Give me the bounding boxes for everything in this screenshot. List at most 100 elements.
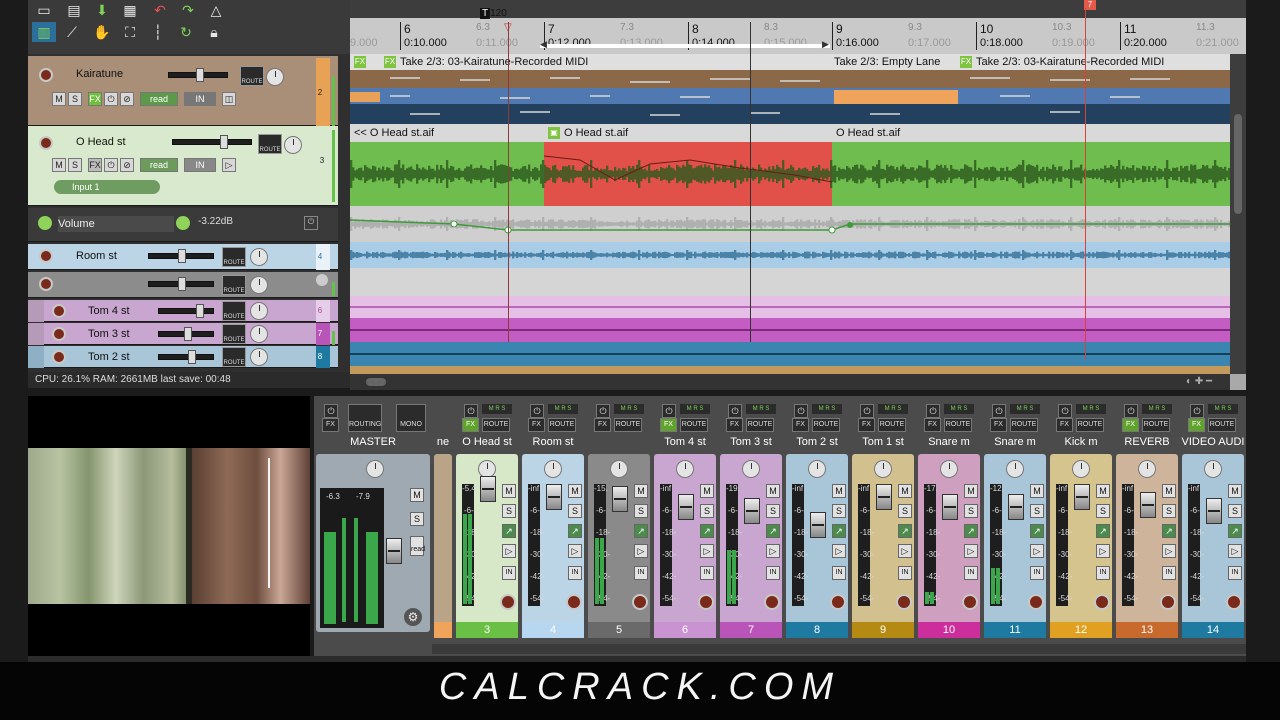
strip-fx-button[interactable]: FX [1188, 418, 1205, 432]
record-arm-button[interactable] [39, 249, 53, 263]
fx-item-icon[interactable]: FX [350, 54, 370, 70]
track-name[interactable]: Kairatune [54, 66, 186, 82]
pan-knob[interactable] [266, 68, 284, 86]
strip-route-button[interactable]: ROUTE [614, 418, 642, 432]
strip-fx-button[interactable]: FX [1122, 418, 1139, 432]
master-pan-knob[interactable] [366, 460, 384, 478]
kairatune-lane[interactable]: FX FX Take 2/3: 03-Kairatune-Recorded MID… [350, 54, 1230, 124]
strip-record-arm-button[interactable] [896, 594, 912, 610]
auto-crossfade-icon[interactable]: ⛶ [118, 22, 142, 42]
pan-knob[interactable] [250, 276, 268, 294]
strip-power-icon[interactable]: ⏻ [860, 404, 874, 418]
strip-record-arm-button[interactable] [1028, 594, 1044, 610]
input-monitor-button[interactable]: IN [184, 158, 216, 172]
solo-button[interactable]: S [68, 92, 82, 106]
strip-input-monitor-button[interactable]: IN [832, 566, 846, 580]
room-lane[interactable] [350, 242, 1230, 268]
tom-2-lane[interactable] [350, 342, 1230, 366]
route-button[interactable]: ROUTE [240, 66, 264, 86]
midi-item-1[interactable]: FX Take 2/3: 03-Kairatune-Recorded MIDI [380, 54, 588, 70]
strip-power-icon[interactable]: ⏻ [530, 404, 544, 418]
mute-button[interactable]: M [52, 158, 66, 172]
route-button[interactable]: ROUTE [222, 324, 246, 344]
record-arm-button[interactable] [39, 136, 53, 150]
route-button[interactable]: ROUTE [258, 134, 282, 154]
track-name[interactable]: Tom 4 st [66, 303, 166, 319]
strip-route-button[interactable]: ROUTE [482, 418, 510, 432]
strip-free-mode-button[interactable]: ▷ [1096, 544, 1110, 558]
audio-item-2[interactable]: ▣ O Head st.aif [544, 125, 628, 141]
strip-fader[interactable] [678, 494, 694, 520]
strip-mute-button[interactable]: M [1228, 484, 1242, 498]
fx-bypass-button[interactable]: ⏻ [104, 92, 118, 106]
strip-free-mode-button[interactable]: ▷ [502, 544, 516, 558]
undo-icon[interactable]: ↶ [148, 0, 172, 20]
save-icon[interactable]: ⬇ [90, 0, 114, 20]
strip-automation-button[interactable]: ↗ [898, 524, 912, 538]
strip-automation-button[interactable]: ↗ [832, 524, 846, 538]
master-settings-icon[interactable]: ⚙ [404, 608, 422, 626]
open-project-icon[interactable]: ▤ [62, 0, 86, 20]
route-button[interactable]: ROUTE [222, 275, 246, 295]
record-arm-button[interactable] [39, 68, 53, 82]
strip-free-mode-button[interactable]: ▷ [1228, 544, 1242, 558]
strip-automation-button[interactable]: ↗ [1162, 524, 1176, 538]
master-mute-button[interactable]: M [410, 488, 424, 502]
phase-button[interactable]: ⊘ [120, 158, 134, 172]
volume-fader[interactable] [158, 354, 214, 360]
strip-input-monitor-button[interactable]: IN [898, 566, 912, 580]
track-kairatune[interactable]: Kairatune ROUTE M S FX ⏻ ⊘ read IN ◫ 2 [28, 56, 338, 128]
strip-fx-button[interactable]: FX [726, 418, 743, 432]
volume-envelope-lane[interactable]: Volume -3.22dB ⏻ [28, 208, 338, 242]
strip-record-arm-button[interactable] [500, 594, 516, 610]
volume-fader-thumb[interactable] [196, 304, 204, 318]
strip-pan-knob[interactable] [1072, 460, 1090, 478]
strip-mute-button[interactable]: M [832, 484, 846, 498]
strip-route-button[interactable]: ROUTE [1010, 418, 1038, 432]
pan-knob[interactable] [284, 136, 302, 154]
loop-icon[interactable]: ↻ [174, 22, 198, 42]
strip-pan-knob[interactable] [610, 460, 628, 478]
zoom-icon[interactable]: ◐ ✚ ━ [1186, 376, 1212, 387]
strip-mute-button[interactable]: M [1030, 484, 1044, 498]
strip-solo-button[interactable]: S [1162, 504, 1176, 518]
pan-knob[interactable] [250, 302, 268, 320]
edit-cursor[interactable] [508, 22, 509, 342]
lock-icon[interactable]: 🔒︎ [202, 22, 226, 42]
strip-mute-button[interactable]: M [964, 484, 978, 498]
strip-pan-knob[interactable] [874, 460, 892, 478]
strip-free-mode-button[interactable]: ▷ [766, 544, 780, 558]
strip-route-button[interactable]: ROUTE [1142, 418, 1170, 432]
strip-input-monitor-button[interactable]: IN [964, 566, 978, 580]
strip-input-monitor-button[interactable]: IN [1030, 566, 1044, 580]
strip-solo-button[interactable]: S [964, 504, 978, 518]
strip-record-arm-button[interactable] [1226, 594, 1242, 610]
strip-automation-button[interactable]: ↗ [964, 524, 978, 538]
input-monitor-button[interactable]: IN [184, 92, 216, 106]
strip-input-monitor-button[interactable]: IN [1096, 566, 1110, 580]
strip-power-icon[interactable]: ⏻ [728, 404, 742, 418]
pan-knob[interactable] [250, 248, 268, 266]
strip-solo-button[interactable]: S [700, 504, 714, 518]
volume-fader-thumb[interactable] [188, 350, 196, 364]
strip-input-monitor-button[interactable]: IN [766, 566, 780, 580]
strip-mute-button[interactable]: M [568, 484, 582, 498]
volume-fader-thumb[interactable] [184, 327, 192, 341]
vertical-scrollbar[interactable] [1230, 54, 1246, 374]
volume-fader-thumb[interactable] [178, 277, 186, 291]
automation-mode-button[interactable]: read [140, 158, 178, 172]
pan-knob[interactable] [250, 325, 268, 343]
envelope-knob[interactable] [176, 216, 190, 230]
strip-input-monitor-button[interactable]: IN [634, 566, 648, 580]
folder-lane[interactable] [350, 268, 1230, 296]
volume-fader[interactable] [158, 308, 214, 314]
strip-fader[interactable] [942, 494, 958, 520]
strip-mute-button[interactable]: M [1096, 484, 1110, 498]
volume-fader-thumb[interactable] [178, 249, 186, 263]
master-solo-button[interactable]: S [410, 512, 424, 526]
strip-solo-button[interactable]: S [1096, 504, 1110, 518]
folder-compact-icon[interactable] [316, 274, 328, 286]
strip-route-button[interactable]: ROUTE [1076, 418, 1104, 432]
strip-free-mode-button[interactable]: ▷ [700, 544, 714, 558]
strip-automation-button[interactable]: ↗ [1030, 524, 1044, 538]
